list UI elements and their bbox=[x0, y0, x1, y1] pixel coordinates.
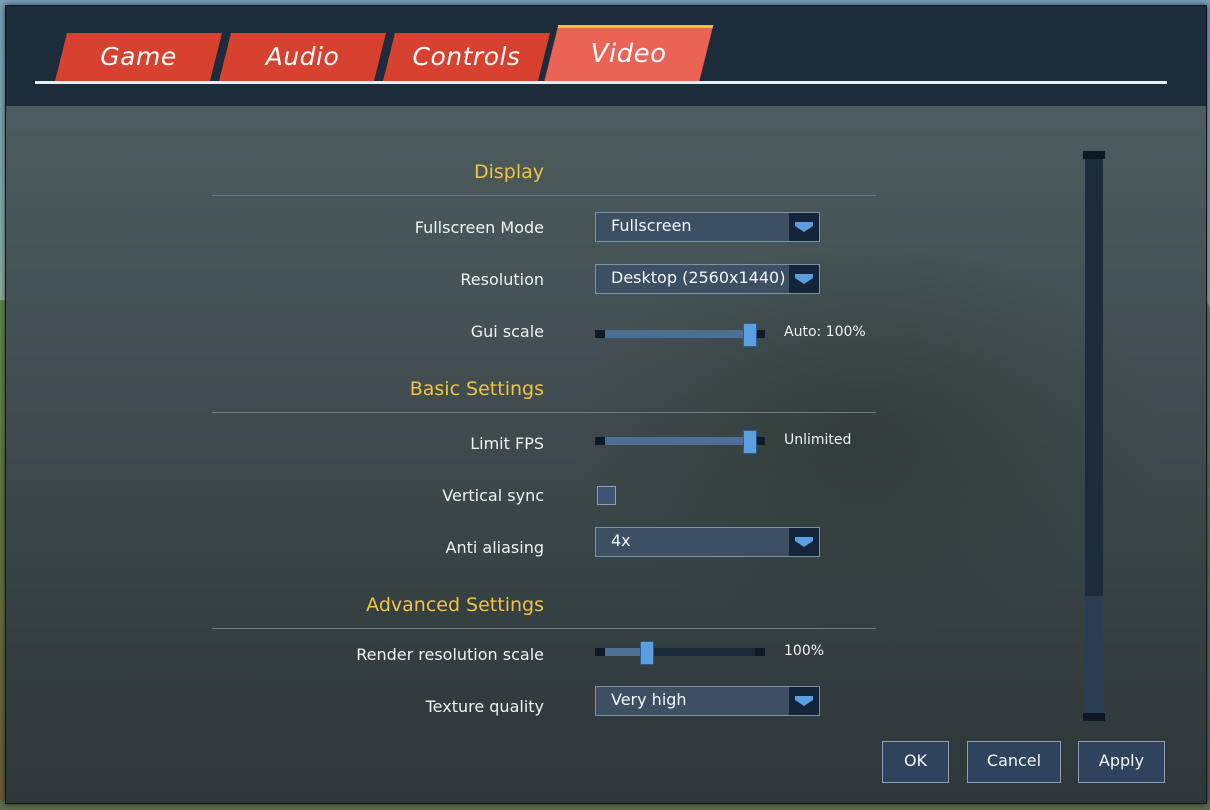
render-resolution-scale-value: 100% bbox=[784, 643, 825, 659]
slider-end bbox=[595, 437, 605, 445]
texture-quality-dropdown[interactable]: Very high bbox=[595, 686, 820, 716]
label-resolution: Resolution bbox=[460, 270, 544, 289]
vertical-sync-checkbox[interactable] bbox=[597, 486, 616, 505]
apply-button[interactable]: Apply bbox=[1078, 741, 1165, 783]
label-vertical-sync: Vertical sync bbox=[442, 486, 544, 505]
slider-thumb[interactable] bbox=[639, 641, 654, 665]
tab-label: Game bbox=[100, 42, 177, 71]
fullscreen-mode-dropdown[interactable]: Fullscreen bbox=[595, 212, 820, 242]
section-divider bbox=[212, 628, 876, 629]
anti-aliasing-dropdown[interactable]: 4x bbox=[595, 527, 820, 557]
tab-audio[interactable]: Audio bbox=[219, 33, 386, 81]
label-gui-scale: Gui scale bbox=[470, 322, 544, 341]
slider-end bbox=[595, 648, 605, 656]
section-title-basic: Basic Settings bbox=[409, 378, 544, 400]
dropdown-value: Fullscreen bbox=[611, 216, 692, 235]
slider-end bbox=[755, 648, 765, 656]
dropdown-value: Desktop (2560x1440) bbox=[611, 268, 786, 287]
chevron-down-icon bbox=[789, 687, 819, 715]
label-render-resolution-scale: Render resolution scale bbox=[356, 645, 544, 664]
section-divider bbox=[212, 412, 876, 413]
settings-content: Display Fullscreen Mode Fullscreen Resol… bbox=[6, 106, 1206, 803]
scrollbar-cap bbox=[1083, 151, 1105, 159]
slider-fill bbox=[605, 330, 743, 338]
label-anti-aliasing: Anti aliasing bbox=[445, 538, 544, 557]
scrollbar-cap bbox=[1083, 713, 1105, 721]
tab-label: Audio bbox=[265, 42, 340, 71]
gui-scale-value: Auto: 100% bbox=[784, 324, 866, 340]
slider-fill bbox=[605, 437, 743, 445]
label-texture-quality: Texture quality bbox=[425, 697, 544, 716]
tab-game[interactable]: Game bbox=[55, 33, 222, 81]
section-title-display: Display bbox=[473, 161, 544, 183]
chevron-down-icon bbox=[789, 265, 819, 293]
resolution-dropdown[interactable]: Desktop (2560x1440) bbox=[595, 264, 820, 294]
slider-thumb[interactable] bbox=[743, 430, 757, 454]
dropdown-value: Very high bbox=[611, 690, 687, 709]
tab-controls[interactable]: Controls bbox=[383, 33, 550, 81]
slider-thumb[interactable] bbox=[743, 323, 757, 347]
limit-fps-value: Unlimited bbox=[784, 432, 852, 448]
chevron-down-icon bbox=[789, 528, 819, 556]
label-limit-fps: Limit FPS bbox=[470, 434, 544, 453]
tab-label: Controls bbox=[412, 42, 521, 71]
scrollbar-thumb[interactable] bbox=[1085, 596, 1103, 713]
render-resolution-scale-slider[interactable] bbox=[595, 641, 765, 665]
tab-label: Video bbox=[590, 39, 667, 69]
tab-video[interactable]: Video bbox=[543, 25, 714, 84]
chevron-down-icon bbox=[789, 213, 819, 241]
label-fullscreen-mode: Fullscreen Mode bbox=[414, 218, 544, 237]
limit-fps-slider[interactable] bbox=[595, 430, 765, 454]
slider-end bbox=[595, 330, 605, 338]
cancel-button[interactable]: Cancel bbox=[967, 741, 1061, 783]
dropdown-value: 4x bbox=[611, 531, 631, 550]
vertical-scrollbar[interactable] bbox=[1083, 151, 1105, 721]
section-divider bbox=[212, 195, 876, 196]
section-title-advanced: Advanced Settings bbox=[366, 594, 544, 616]
settings-window: Game Audio Controls Video Display Fullsc… bbox=[5, 5, 1207, 804]
tab-underline bbox=[35, 81, 1167, 84]
tab-bar: Game Audio Controls Video bbox=[6, 6, 1206, 106]
slider-fill bbox=[605, 648, 640, 656]
gui-scale-slider[interactable] bbox=[595, 323, 765, 347]
ok-button[interactable]: OK bbox=[882, 741, 949, 783]
